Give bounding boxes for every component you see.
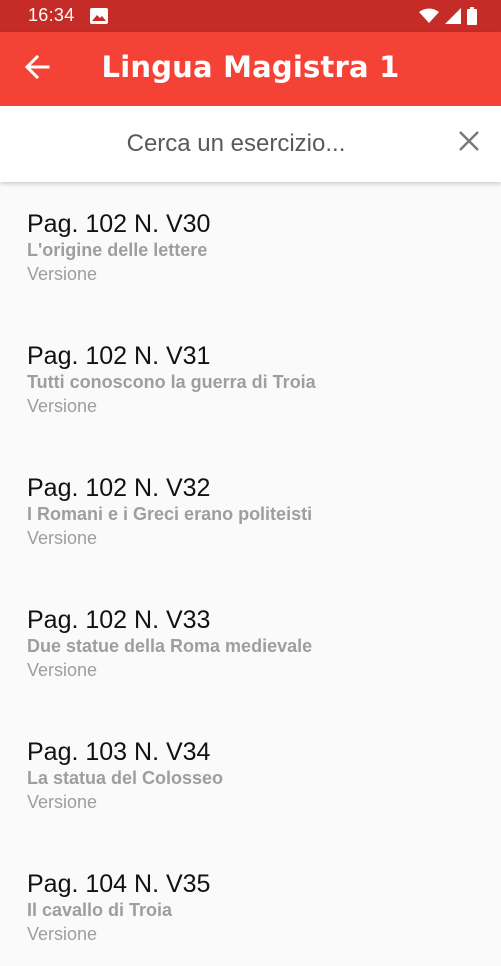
exercise-title: Pag. 102 N. V33 bbox=[27, 606, 211, 634]
clear-search-button[interactable] bbox=[454, 128, 484, 158]
list-item[interactable]: Pag. 102 N. V33 Due statue della Roma me… bbox=[0, 578, 501, 710]
exercise-type: Versione bbox=[27, 396, 98, 416]
status-bar: 16:34 bbox=[0, 0, 501, 32]
exercise-title: Pag. 102 N. V30 bbox=[27, 210, 211, 238]
battery-icon bbox=[467, 7, 477, 30]
exercise-type: Versione bbox=[27, 924, 98, 944]
exercise-subtitle: Tutti conoscono la guerra di Troia bbox=[27, 372, 316, 392]
list-item[interactable]: Pag. 104 N. V35 Il cavallo di Troia Vers… bbox=[0, 842, 501, 966]
exercise-type: Versione bbox=[27, 528, 98, 548]
exercise-type: Versione bbox=[27, 792, 98, 812]
list-item[interactable]: Pag. 102 N. V31 Tutti conoscono la guerr… bbox=[0, 314, 501, 446]
wifi-icon bbox=[419, 8, 439, 29]
app-bar: Lingua Magistra 1 bbox=[0, 32, 501, 106]
exercise-subtitle: Due statue della Roma medievale bbox=[27, 636, 313, 656]
image-icon bbox=[90, 8, 108, 29]
list-item[interactable]: Pag. 103 N. V34 La statua del Colosseo V… bbox=[0, 710, 501, 842]
exercise-type: Versione bbox=[27, 264, 98, 284]
exercise-title: Pag. 104 N. V35 bbox=[27, 870, 211, 898]
search-input[interactable] bbox=[40, 106, 432, 182]
exercise-title: Pag. 103 N. V34 bbox=[27, 738, 211, 766]
signal-icon bbox=[445, 8, 461, 29]
exercise-subtitle: L'origine delle lettere bbox=[27, 240, 208, 260]
status-time: 16:34 bbox=[28, 5, 75, 25]
search-bar bbox=[0, 106, 501, 182]
exercise-title: Pag. 102 N. V32 bbox=[27, 474, 211, 502]
exercise-title: Pag. 102 N. V31 bbox=[27, 342, 211, 370]
list-item[interactable]: Pag. 102 N. V30 L'origine delle lettere … bbox=[0, 182, 501, 314]
exercise-list: Pag. 102 N. V30 L'origine delle lettere … bbox=[0, 182, 501, 966]
exercise-subtitle: Il cavallo di Troia bbox=[27, 900, 173, 920]
exercise-subtitle: La statua del Colosseo bbox=[27, 768, 224, 788]
page-title: Lingua Magistra 1 bbox=[101, 50, 400, 84]
close-icon bbox=[458, 130, 480, 157]
list-item[interactable]: Pag. 102 N. V32 I Romani e i Greci erano… bbox=[0, 446, 501, 578]
exercise-type: Versione bbox=[27, 660, 98, 680]
exercise-subtitle: I Romani e i Greci erano politeisti bbox=[27, 504, 313, 524]
